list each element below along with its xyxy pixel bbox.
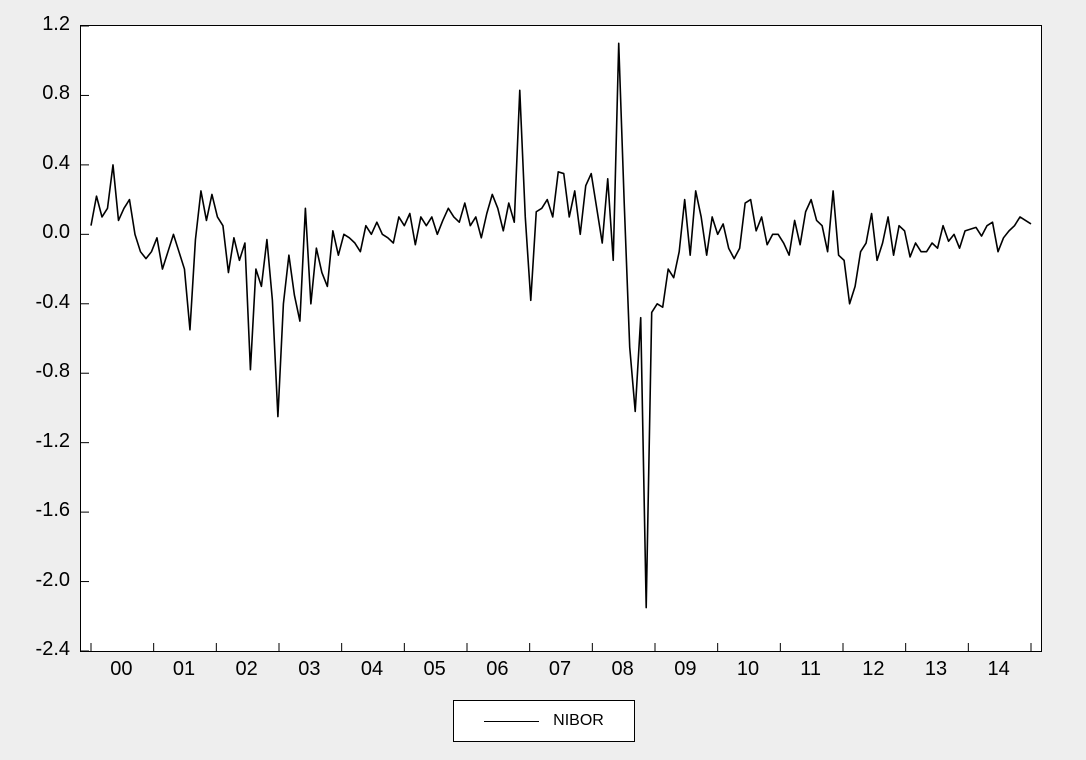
y-tick-label: 0.4 — [0, 152, 70, 175]
x-tick-label: 00 — [110, 658, 132, 681]
x-tick-label: 09 — [674, 658, 696, 681]
legend: NIBOR — [453, 700, 635, 742]
x-tick-label: 06 — [486, 658, 508, 681]
line-chart-svg — [81, 26, 1041, 651]
y-tick-label: -0.8 — [0, 360, 70, 383]
x-tick-label: 05 — [424, 658, 446, 681]
x-tick-label: 11 — [800, 658, 821, 681]
x-tick-label: 10 — [737, 658, 759, 681]
series-line-nibor — [91, 43, 1031, 607]
x-tick-label: 02 — [236, 658, 258, 681]
y-tick-label: -0.4 — [0, 291, 70, 314]
x-tick-label: 14 — [988, 658, 1010, 681]
legend-line-sample — [484, 721, 539, 722]
chart-frame: -2.4 -2.0 -1.6 -1.2 -0.8 -0.4 0.0 0.4 0.8 1.2 00 0… — [0, 0, 1086, 760]
y-tick-label: -2.0 — [0, 569, 70, 592]
x-tick-label: 01 — [173, 658, 195, 681]
y-tick-label: -1.6 — [0, 499, 70, 522]
x-tick-label: 13 — [925, 658, 947, 681]
legend-label-nibor: NIBOR — [553, 712, 604, 730]
plot-area — [80, 25, 1042, 652]
x-tick-label: 04 — [361, 658, 383, 681]
x-tick-label: 03 — [298, 658, 320, 681]
y-tick-label: 1.2 — [0, 13, 70, 36]
x-tick-label: 12 — [862, 658, 884, 681]
y-tick-label: -1.2 — [0, 430, 70, 453]
y-tick-label: -2.4 — [0, 638, 70, 661]
y-tick-label: 0.0 — [0, 221, 70, 244]
x-tick-label: 07 — [549, 658, 571, 681]
x-tick-label: 08 — [612, 658, 634, 681]
y-tick-label: 0.8 — [0, 82, 70, 105]
